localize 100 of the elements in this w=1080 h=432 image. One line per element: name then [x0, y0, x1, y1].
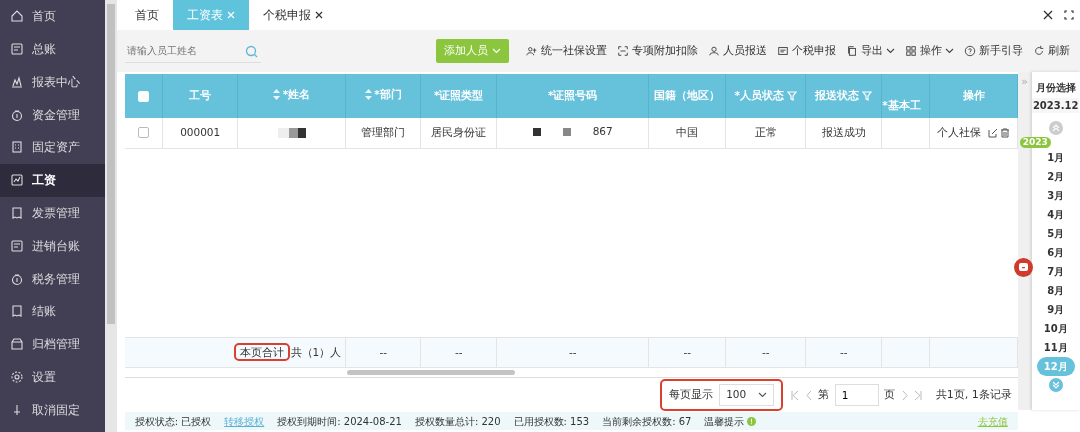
page-size-select[interactable]: 100 [719, 384, 775, 406]
toolbar-button[interactable]: 刷新 [1027, 43, 1075, 59]
menu-item-icon [10, 304, 24, 319]
sidebar-item[interactable]: 工资 [0, 163, 105, 197]
first-page-icon[interactable] [791, 389, 800, 401]
month-item[interactable]: 6月 [1031, 243, 1080, 262]
person-icon [707, 45, 720, 57]
scrollbar-thumb[interactable] [106, 4, 115, 324]
scan-icon [616, 45, 629, 57]
page-summary: 共1页, 1条记录 [935, 386, 1012, 403]
year-badge: 2023 [1019, 137, 1051, 148]
sidebar-item[interactable]: 设置 [0, 360, 105, 394]
column-header: *人员状态 [734, 88, 797, 104]
menu-item-icon [10, 337, 24, 352]
sidebar-item[interactable]: 税务管理 [0, 262, 105, 295]
filter-icon[interactable] [862, 91, 873, 101]
last-page-icon[interactable] [914, 389, 923, 401]
scroll-up-icon[interactable] [1048, 121, 1063, 135]
table-cell-text: 867 [592, 124, 613, 140]
sidebar-item[interactable]: 资金管理 [0, 98, 105, 132]
toolbar-button[interactable]: 专项附加扣除 [611, 43, 703, 59]
column-header: *证照类型 [433, 88, 484, 104]
page-label: 第 [818, 386, 830, 403]
toolbar-button[interactable]: 人员报送 [702, 43, 772, 59]
page-label: 页 [884, 386, 896, 403]
page-field[interactable]: 1 [834, 384, 879, 406]
sidebar-item[interactable]: 归档管理 [0, 327, 105, 361]
month-item[interactable]: 2月 [1031, 167, 1080, 186]
sidebar-item[interactable]: 报表中心 [0, 65, 105, 99]
next-page-icon[interactable] [900, 389, 909, 401]
filter-icon[interactable] [786, 91, 797, 101]
home-icon [10, 9, 24, 24]
sidebar-item[interactable]: 结账 [0, 294, 105, 328]
toolbar-button[interactable]: 导出 [840, 43, 900, 59]
caret-icon [758, 392, 768, 398]
status-text: 当前剩余授权数: 67 [602, 414, 692, 429]
month-item[interactable]: 9月 [1031, 300, 1080, 319]
summary-cell: -- [839, 345, 848, 358]
sidebar-item[interactable]: 固定资产 [0, 131, 105, 164]
column-header: 报送状态 [815, 88, 873, 104]
column-header: 操作 [962, 89, 985, 102]
month-item[interactable]: 8月 [1031, 281, 1080, 300]
column-header: 国籍（地区） [654, 88, 721, 104]
edit-icon[interactable] [987, 127, 998, 138]
column-header: *部门 [364, 86, 402, 103]
month-item[interactable]: 1月 [1031, 148, 1080, 167]
table-cell: 居民身份证 [431, 125, 487, 138]
page-size-label: 每页显示 [669, 387, 714, 403]
month-item[interactable]: 11月 [1031, 338, 1080, 357]
table-cell: 正常 [754, 125, 777, 138]
horizontal-scrollbar-thumb[interactable] [346, 370, 515, 375]
month-item[interactable]: 5月 [1031, 224, 1080, 243]
month-item[interactable]: 3月 [1031, 186, 1080, 205]
search-icon[interactable] [244, 44, 258, 58]
menu-item-icon [10, 205, 24, 220]
search-field[interactable]: 请输入员工姓名 [124, 39, 261, 63]
checkbox[interactable] [137, 127, 149, 139]
menu-item-icon [10, 42, 24, 57]
summary-cell: -- [761, 345, 770, 358]
redaction-mark [562, 128, 571, 137]
status-text: 授权状态: 已授权 [134, 414, 212, 429]
toolbar-button[interactable]: 统一社保设置 [520, 43, 612, 59]
settings-icon [10, 369, 24, 384]
menu-item-icon [10, 271, 24, 286]
toolbar-button[interactable]: 操作 [899, 43, 959, 59]
fullscreen-icon[interactable] [1064, 10, 1074, 20]
toolbar-button[interactable]: 个税申报 [771, 43, 841, 59]
toolbar-button[interactable]: 新手引导 [958, 43, 1028, 59]
current-month: 2023.12 [1031, 98, 1080, 113]
document-icon [776, 45, 789, 57]
sort-icon[interactable] [364, 89, 372, 101]
previous-page-icon[interactable] [804, 389, 813, 401]
close-icon[interactable] [1043, 10, 1053, 20]
sidebar-item[interactable]: 首页 [0, 0, 105, 33]
floating-widget-icon[interactable] [1014, 258, 1033, 277]
status-text: 已用授权数: 153 [513, 414, 590, 429]
delete-icon[interactable] [1000, 127, 1011, 138]
sidebar-item[interactable]: 进销台账 [0, 229, 105, 263]
column-header: *基本工 [882, 98, 921, 114]
summary-label: 本页合计 [237, 345, 287, 358]
menu-item-icon [10, 74, 24, 89]
menu-item-icon [10, 140, 24, 155]
sidebar-item[interactable]: 总账 [0, 32, 105, 66]
summary-cell: -- [568, 345, 577, 358]
column-header: *姓名 [273, 86, 311, 103]
sidebar-item[interactable]: 发票管理 [0, 196, 105, 230]
scroll-down-icon[interactable] [1048, 378, 1063, 392]
info-icon[interactable] [747, 416, 757, 426]
table-cell: 报送成功 [821, 125, 866, 138]
redaction-mark [277, 127, 306, 138]
sidebar-item[interactable]: 取消固定 [0, 393, 105, 426]
summary-cell: -- [454, 345, 463, 358]
column-header: *证照号码 [547, 88, 598, 104]
sort-icon[interactable] [273, 89, 281, 101]
close-icon[interactable] [314, 11, 323, 19]
hint-text: 温馨提示 [704, 414, 745, 429]
month-item[interactable]: 7月 [1031, 262, 1080, 281]
table-cell: 中国 [676, 125, 699, 138]
month-item[interactable]: 4月 [1031, 205, 1080, 224]
month-item[interactable]: 10月 [1031, 319, 1080, 338]
